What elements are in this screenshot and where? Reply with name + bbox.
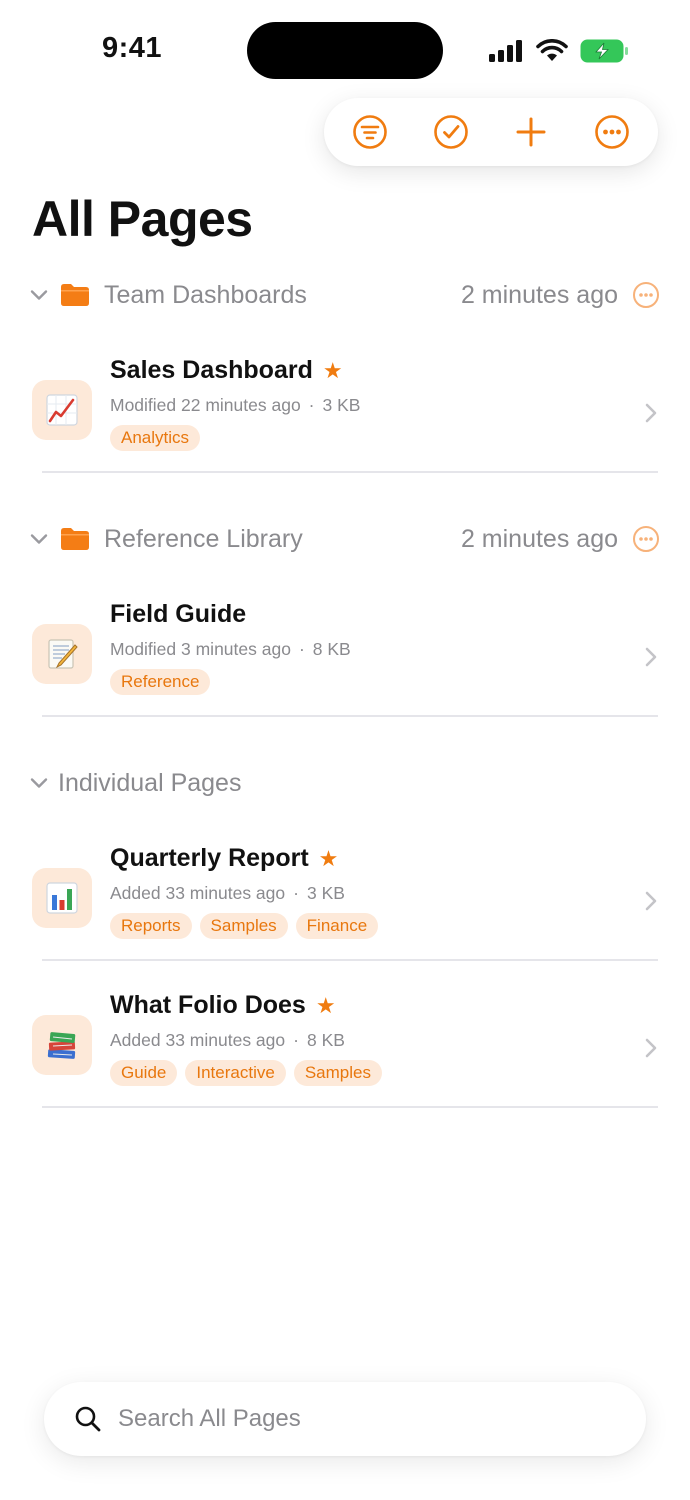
chevron-down-icon[interactable] [30,777,50,789]
page-title-label: Field Guide [110,600,246,629]
section-title: Individual Pages [58,768,242,797]
top-toolbar [324,98,658,166]
chevron-down-icon[interactable] [30,533,50,545]
tag-list: Reference [110,669,211,695]
search-icon [74,1405,102,1433]
section-title: Reference Library [104,524,303,553]
meta-separator: · [308,395,315,415]
page-title-label: Sales Dashboard ★ [110,356,343,385]
file-size: 3 KB [322,395,361,415]
wifi-icon [536,39,568,61]
ellipsis-circle-icon [633,526,659,552]
ellipsis-circle-icon [594,115,629,149]
file-size: 8 KB [312,639,351,659]
file-size: 3 KB [306,883,345,903]
star-icon: ★ [318,845,339,871]
divider [42,1106,658,1108]
added-time: Added 33 minutes ago [110,883,286,903]
tag[interactable]: Guide [110,1060,178,1086]
page-title-label: Quarterly Report ★ [110,844,338,873]
chevron-right-icon [644,646,658,668]
page-meta: Added 33 minutes ago · 8 KB [110,1030,345,1051]
checkmark-circle-icon [433,115,468,149]
add-page-button[interactable] [501,102,561,162]
tag[interactable]: Reference [110,669,211,695]
chevron-right-icon [644,1037,658,1059]
section-timestamp: 2 minutes ago [460,280,618,309]
page-name: Sales Dashboard [110,356,313,384]
memo-icon [32,624,92,684]
page-name: Quarterly Report [110,844,309,872]
modified-time: Modified 22 minutes ago [110,395,301,415]
divider [42,715,658,717]
chart-up-icon [32,380,92,440]
modified-time: Modified 3 minutes ago [110,639,291,659]
section-title: Team Dashboards [104,280,307,309]
tag[interactable]: Analytics [110,425,201,451]
page-title: All Pages [32,191,253,247]
page-row-field-guide[interactable]: Field Guide Modified 3 minutes ago · 8 KB … [32,600,658,720]
divider [42,471,658,473]
folder-icon [60,527,90,551]
chevron-down-icon[interactable] [30,289,50,301]
filter-circle-icon [353,115,388,149]
tag-list: Analytics [110,425,201,451]
page-row-sales-dashboard[interactable]: Sales Dashboard ★ Modified 22 minutes ag… [32,356,658,476]
bar-chart-icon [32,868,92,928]
section-header-reference-library[interactable]: Reference Library 2 minutes ago [30,519,660,559]
file-size: 8 KB [306,1030,345,1050]
section-timestamp: 2 minutes ago [460,524,618,553]
folder-icon [60,283,90,307]
meta-separator: · [293,883,299,903]
page-name: What Folio Does [110,991,306,1019]
dynamic-island [247,22,443,79]
tag-list: Reports Samples Finance [110,913,379,939]
tag[interactable]: Samples [199,913,288,939]
page-title-label: What Folio Does ★ [110,991,336,1020]
page-meta: Modified 22 minutes ago · 3 KB [110,395,360,416]
filter-button[interactable] [340,102,400,162]
cellular-signal-icon [489,40,522,62]
tag-list: Guide Interactive Samples [110,1060,382,1086]
section-header-team-dashboards[interactable]: Team Dashboards 2 minutes ago [30,275,660,315]
page-meta: Modified 3 minutes ago · 8 KB [110,639,351,660]
search-input[interactable] [116,1404,580,1434]
meta-separator: · [298,639,305,659]
chevron-right-icon [644,402,658,424]
battery-charging-icon [580,39,628,63]
section-header-individual-pages[interactable]: Individual Pages [30,763,660,803]
more-button[interactable] [582,102,642,162]
tag[interactable]: Samples [293,1060,382,1086]
divider [42,959,658,961]
status-bar: 9:41 [0,0,690,100]
section-more-button[interactable] [632,281,660,309]
select-button[interactable] [421,102,481,162]
page-name: Field Guide [110,600,247,628]
page-row-quarterly-report[interactable]: Quarterly Report ★ Added 33 minutes ago ·… [32,844,658,964]
status-icons [488,36,630,66]
section-more-button[interactable] [632,525,660,553]
page-meta: Added 33 minutes ago · 3 KB [110,883,345,904]
tag[interactable]: Interactive [185,1060,286,1086]
tag[interactable]: Reports [110,913,192,939]
books-icon [32,1015,92,1075]
added-time: Added 33 minutes ago [110,1030,286,1050]
meta-separator: · [293,1030,299,1050]
plus-icon [516,117,546,147]
ellipsis-circle-icon [633,282,659,308]
status-time: 9:41 [102,32,163,64]
star-icon: ★ [322,357,343,383]
tag[interactable]: Finance [295,913,379,939]
search-bar[interactable] [44,1382,646,1456]
page-row-what-folio-does[interactable]: What Folio Does ★ Added 33 minutes ago · 8… [32,991,658,1111]
star-icon: ★ [315,992,336,1018]
chevron-right-icon [644,890,658,912]
